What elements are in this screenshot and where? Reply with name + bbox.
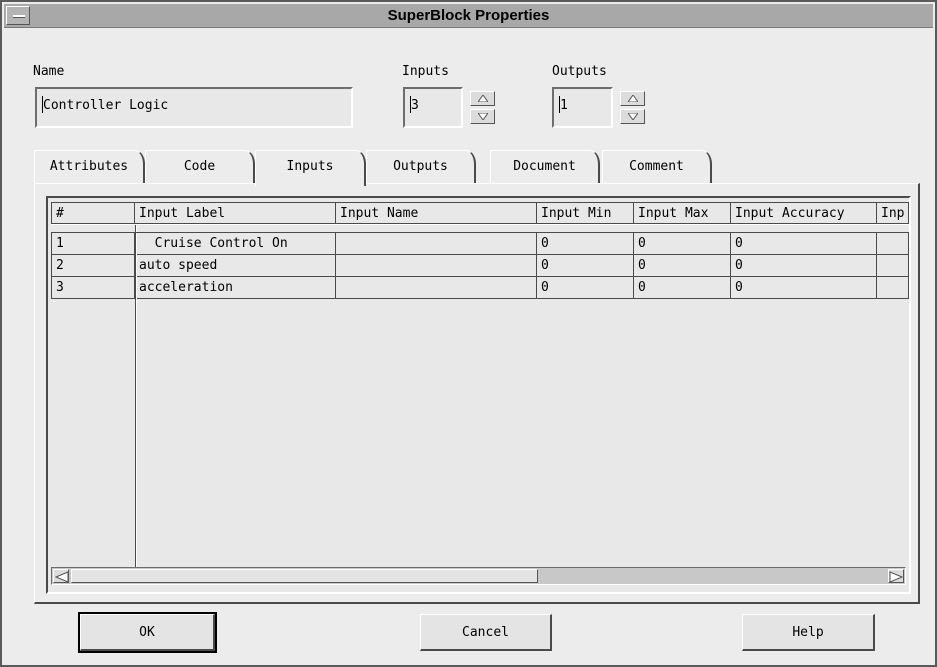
table-cell[interactable]: Cruise Control On xyxy=(135,233,336,255)
arrow-up-icon xyxy=(628,95,638,102)
table-cell[interactable]: 0 xyxy=(537,277,634,299)
tab-document[interactable]: Document xyxy=(490,150,600,184)
table-cell[interactable]: 0 xyxy=(634,255,731,277)
table-cell[interactable] xyxy=(877,255,909,277)
table-cell[interactable]: 2 xyxy=(51,255,135,277)
table-cell[interactable] xyxy=(336,255,537,277)
inputs-count-field[interactable]: 3 xyxy=(403,87,463,128)
cancel-button[interactable]: Cancel xyxy=(420,614,552,651)
horizontal-scrollbar[interactable] xyxy=(51,567,906,585)
help-button[interactable]: Help xyxy=(742,614,875,651)
outputs-count-field[interactable]: 1 xyxy=(552,87,613,128)
scroll-left-button[interactable] xyxy=(53,569,69,583)
column-header[interactable]: Inp xyxy=(877,202,909,224)
table-cell[interactable]: 3 xyxy=(51,277,135,299)
tab-code[interactable]: Code xyxy=(145,150,255,184)
column-header[interactable]: Input Label xyxy=(135,202,336,224)
tab-inputs[interactable]: Inputs xyxy=(255,150,366,186)
arrow-down-icon xyxy=(628,113,638,120)
table-cell[interactable] xyxy=(336,277,537,299)
name-label: Name xyxy=(33,64,65,79)
inputs-increment-button[interactable] xyxy=(470,91,495,106)
table-cell[interactable] xyxy=(336,233,537,255)
table-cell[interactable]: acceleration xyxy=(135,277,336,299)
table-cell[interactable] xyxy=(877,277,909,299)
outputs-decrement-button[interactable] xyxy=(620,109,645,124)
table-cell[interactable]: 0 xyxy=(731,255,877,277)
table-cell[interactable]: 0 xyxy=(634,233,731,255)
inputs-count-value: 3 xyxy=(411,98,419,113)
table-cell[interactable]: 0 xyxy=(537,255,634,277)
table-cell[interactable]: auto speed xyxy=(135,255,336,277)
tab-outputs[interactable]: Outputs xyxy=(366,150,476,184)
column-header[interactable]: Input Max xyxy=(634,202,731,224)
tab-panel: # Input Label Input Name Input Min Input… xyxy=(34,183,920,604)
superblock-properties-dialog: SuperBlock Properties Name Controller Lo… xyxy=(0,0,937,667)
table-cell[interactable]: 0 xyxy=(634,277,731,299)
table-cell[interactable] xyxy=(877,233,909,255)
arrow-left-icon xyxy=(55,571,69,583)
title-bar[interactable]: SuperBlock Properties xyxy=(4,4,933,28)
column-header[interactable]: Input Name xyxy=(336,202,537,224)
outputs-increment-button[interactable] xyxy=(620,91,645,106)
column-header[interactable]: Input Accuracy xyxy=(731,202,877,224)
header-separator xyxy=(51,224,909,233)
inputs-table: # Input Label Input Name Input Min Input… xyxy=(46,196,911,594)
inputs-decrement-button[interactable] xyxy=(470,109,495,124)
arrow-right-icon xyxy=(889,571,903,583)
table-cell[interactable]: 0 xyxy=(537,233,634,255)
inputs-label: Inputs xyxy=(402,64,449,79)
table-cell[interactable]: 1 xyxy=(51,233,135,255)
outputs-label: Outputs xyxy=(552,64,607,79)
scroll-right-button[interactable] xyxy=(888,569,904,583)
ok-button[interactable]: OK xyxy=(78,612,217,653)
column-header[interactable]: # xyxy=(51,202,135,224)
table-cell[interactable]: 0 xyxy=(731,233,877,255)
tab-comment[interactable]: Comment xyxy=(602,150,712,184)
arrow-down-icon xyxy=(478,113,488,120)
name-field-value: Controller Logic xyxy=(43,98,169,113)
outputs-count-value: 1 xyxy=(560,98,568,113)
scrollbar-thumb[interactable] xyxy=(71,569,538,583)
window-title: SuperBlock Properties xyxy=(387,7,550,24)
column-divider-highlight xyxy=(136,224,137,568)
table-cell[interactable]: 0 xyxy=(731,277,877,299)
arrow-up-icon xyxy=(478,95,488,102)
name-field[interactable]: Controller Logic xyxy=(35,87,353,128)
column-header[interactable]: Input Min xyxy=(537,202,634,224)
tab-attributes[interactable]: Attributes xyxy=(34,150,145,184)
